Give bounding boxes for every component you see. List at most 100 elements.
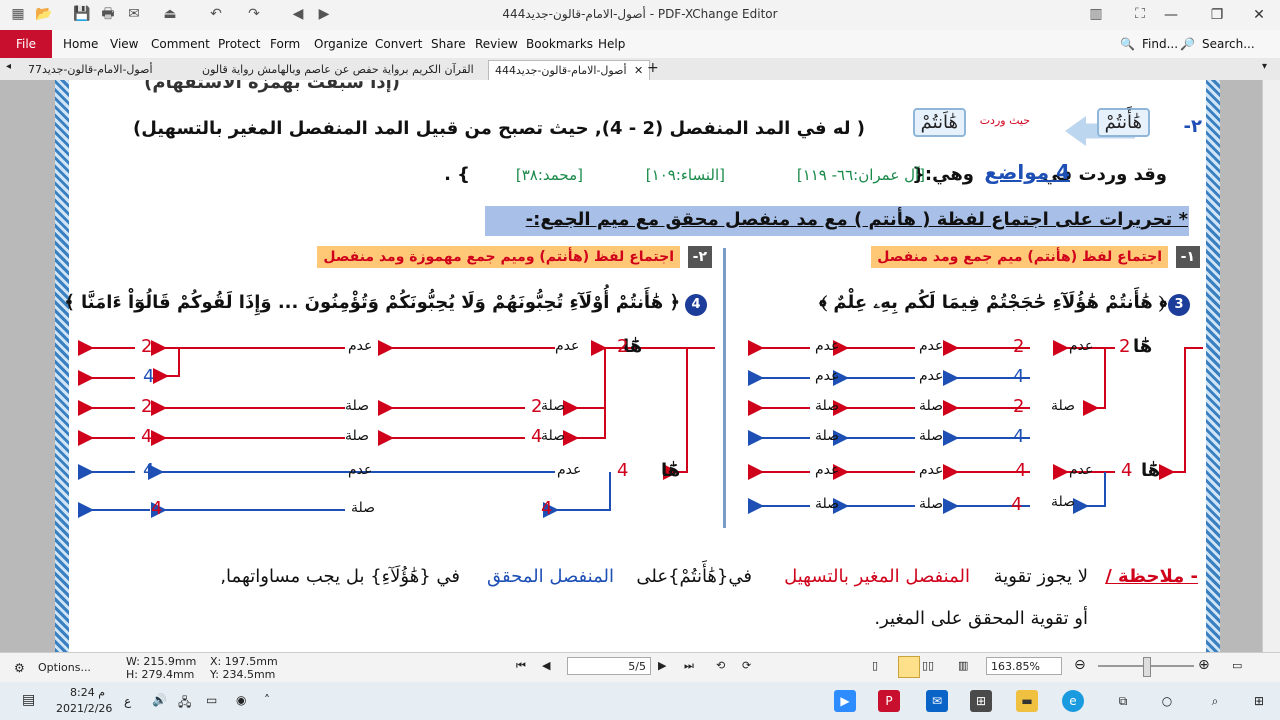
- nav-back-icon[interactable]: ⟲: [716, 659, 725, 672]
- ha-label: هَٰٓا: [1141, 460, 1161, 481]
- pdf-xchange-app-icon[interactable]: P: [878, 690, 900, 712]
- fullscreen-icon[interactable]: ⛶: [1130, 5, 1150, 23]
- clock-time[interactable]: 8:24 م: [70, 686, 105, 699]
- start-button-icon[interactable]: ⊞: [1248, 690, 1270, 712]
- tab-label: القرآن الكريم برواية حفص عن عاصم وبالهام…: [202, 63, 474, 76]
- menu-organize[interactable]: Organize: [314, 30, 368, 58]
- x-readout: X: 197.5mm: [210, 655, 278, 668]
- page-number-input[interactable]: 5/5: [567, 657, 651, 675]
- num-4: 4: [617, 460, 629, 481]
- panel-toggle-icon[interactable]: ▭: [1232, 659, 1242, 672]
- cortana-icon[interactable]: ○: [1156, 690, 1178, 712]
- num-4: 4: [1013, 426, 1025, 447]
- adam-label: عدم: [557, 462, 582, 478]
- adam-label: عدم: [1069, 338, 1094, 354]
- find-icon[interactable]: 🔍: [1120, 30, 1135, 58]
- sila-label: صلة: [815, 398, 840, 414]
- sila-label: صلة: [1051, 398, 1076, 414]
- continuous-facing-icon[interactable]: ▥: [958, 659, 968, 672]
- mail-app-icon[interactable]: ✉: [926, 690, 948, 712]
- prev-page-icon[interactable]: ◀: [542, 659, 550, 672]
- note-text-1: لا يجوز تقوية: [993, 566, 1088, 587]
- adam-label: عدم: [919, 462, 944, 478]
- menu-bar: File Home View Comment Protect Form Orga…: [0, 30, 1280, 59]
- menu-bookmarks[interactable]: Bookmarks: [526, 30, 593, 58]
- app-tray-icon[interactable]: ◉: [236, 693, 246, 707]
- menu-share[interactable]: Share: [431, 30, 466, 58]
- facing-pages-icon[interactable]: ▯▯: [922, 659, 934, 672]
- options-button[interactable]: Options...: [38, 661, 91, 674]
- status-bar: ⚙ Options... W: 215.9mm H: 279.4mm X: 19…: [0, 652, 1280, 683]
- file-menu[interactable]: File: [0, 30, 52, 58]
- adam-label: عدم: [919, 338, 944, 354]
- options-gear-icon[interactable]: ⚙: [14, 661, 25, 675]
- num-4: 4: [541, 498, 553, 519]
- note-red: المنفصل المغير بالتسهيل: [784, 566, 970, 587]
- ha-label: هَٰٓا: [1133, 336, 1153, 357]
- menu-comment[interactable]: Comment: [151, 30, 210, 58]
- zoom-slider-handle[interactable]: [1143, 657, 1151, 677]
- store-app-icon[interactable]: ⊞: [970, 690, 992, 712]
- zoom-select[interactable]: 163.85%: [986, 657, 1062, 675]
- tab-quran-hafs[interactable]: القرآن الكريم برواية حفص عن عاصم وبالهام…: [196, 60, 490, 79]
- edge-app-icon[interactable]: e: [1062, 690, 1084, 712]
- tab-document-77[interactable]: أصول-الامام-قالون-جديد77: [22, 60, 196, 79]
- adam-label: عدم: [348, 462, 373, 478]
- num-2: 2: [1013, 396, 1025, 417]
- num-2: 2: [1013, 336, 1025, 357]
- search-button[interactable]: Search...: [1202, 30, 1255, 58]
- next-page-icon[interactable]: ▶: [658, 659, 666, 672]
- notifications-icon[interactable]: ▤: [22, 692, 35, 708]
- device-icon[interactable]: ▭: [206, 693, 217, 707]
- zoom-in-icon[interactable]: ⊕: [1198, 657, 1210, 673]
- adam-label: عدم: [555, 338, 580, 354]
- speaker-icon[interactable]: 🔊: [152, 693, 167, 707]
- sila-label: صلة: [919, 496, 944, 512]
- right-side-panel[interactable]: [1262, 80, 1280, 652]
- document-viewport[interactable]: (إذا سبقت بهمزة الاستفهام) ٢- هَٰأَنتُمْ…: [0, 80, 1280, 652]
- network-icon[interactable]: 🖧: [178, 693, 191, 714]
- single-page-icon[interactable]: ▯: [872, 659, 878, 672]
- show-hidden-icons[interactable]: ˄: [264, 693, 270, 707]
- search-icon[interactable]: 🔎: [1180, 30, 1195, 58]
- maximize-button[interactable]: ❐: [1194, 0, 1240, 30]
- first-page-icon[interactable]: ⏮: [516, 659, 526, 673]
- adam-label: عدم: [815, 462, 840, 478]
- zoom-out-icon[interactable]: ⊖: [1074, 657, 1086, 673]
- menu-protect[interactable]: Protect: [218, 30, 260, 58]
- menu-view[interactable]: View: [110, 30, 138, 58]
- task-view-icon[interactable]: ⧉: [1112, 690, 1134, 712]
- menu-convert[interactable]: Convert: [375, 30, 422, 58]
- tabs-menu-icon[interactable]: ▾: [1262, 61, 1267, 72]
- language-indicator[interactable]: ع: [124, 694, 131, 708]
- taskbar-search-icon[interactable]: ⌕: [1204, 690, 1226, 712]
- menu-form[interactable]: Form: [270, 30, 300, 58]
- zoom-app-icon[interactable]: ▶: [834, 690, 856, 712]
- windows-taskbar: ▤ 8:24 م 2021/2/26 ع 🔊 🖧 ▭ ◉ ˄ ▶ P ✉ ⊞ ▬…: [0, 682, 1280, 720]
- sila-label: صلة: [345, 398, 370, 414]
- minimize-button[interactable]: —: [1148, 0, 1194, 30]
- new-tab-icon[interactable]: +: [647, 60, 659, 76]
- ui-options-icon[interactable]: ▥: [1086, 5, 1106, 23]
- num-4: 4: [1121, 460, 1133, 481]
- menu-review[interactable]: Review: [475, 30, 518, 58]
- sila-label: صلة: [919, 428, 944, 444]
- tab-close-icon[interactable]: ✕: [634, 64, 643, 77]
- last-page-icon[interactable]: ⏭: [684, 659, 694, 673]
- width-readout: W: 215.9mm: [126, 655, 197, 668]
- find-button[interactable]: Find...: [1142, 30, 1178, 58]
- close-button[interactable]: ✕: [1236, 0, 1280, 30]
- file-explorer-icon[interactable]: ▬: [1016, 690, 1038, 712]
- sila-label: صلة: [541, 398, 566, 414]
- tab-document-4[interactable]: 44أصول-الامام-قالون-جديد4 ✕: [488, 60, 650, 80]
- continuous-page-icon[interactable]: [898, 656, 920, 678]
- num-2: 2: [141, 396, 153, 417]
- menu-help[interactable]: Help: [598, 30, 625, 58]
- menu-home[interactable]: Home: [63, 30, 98, 58]
- tabs-scroll-left-icon[interactable]: ◂: [6, 61, 11, 72]
- clock-date[interactable]: 2021/2/26: [56, 702, 112, 715]
- nav-forward-icon[interactable]: ⟳: [742, 659, 751, 672]
- ha-label: هَٰٓا: [661, 460, 681, 481]
- num-4: 4: [151, 498, 163, 519]
- height-readout: H: 279.4mm: [126, 668, 195, 681]
